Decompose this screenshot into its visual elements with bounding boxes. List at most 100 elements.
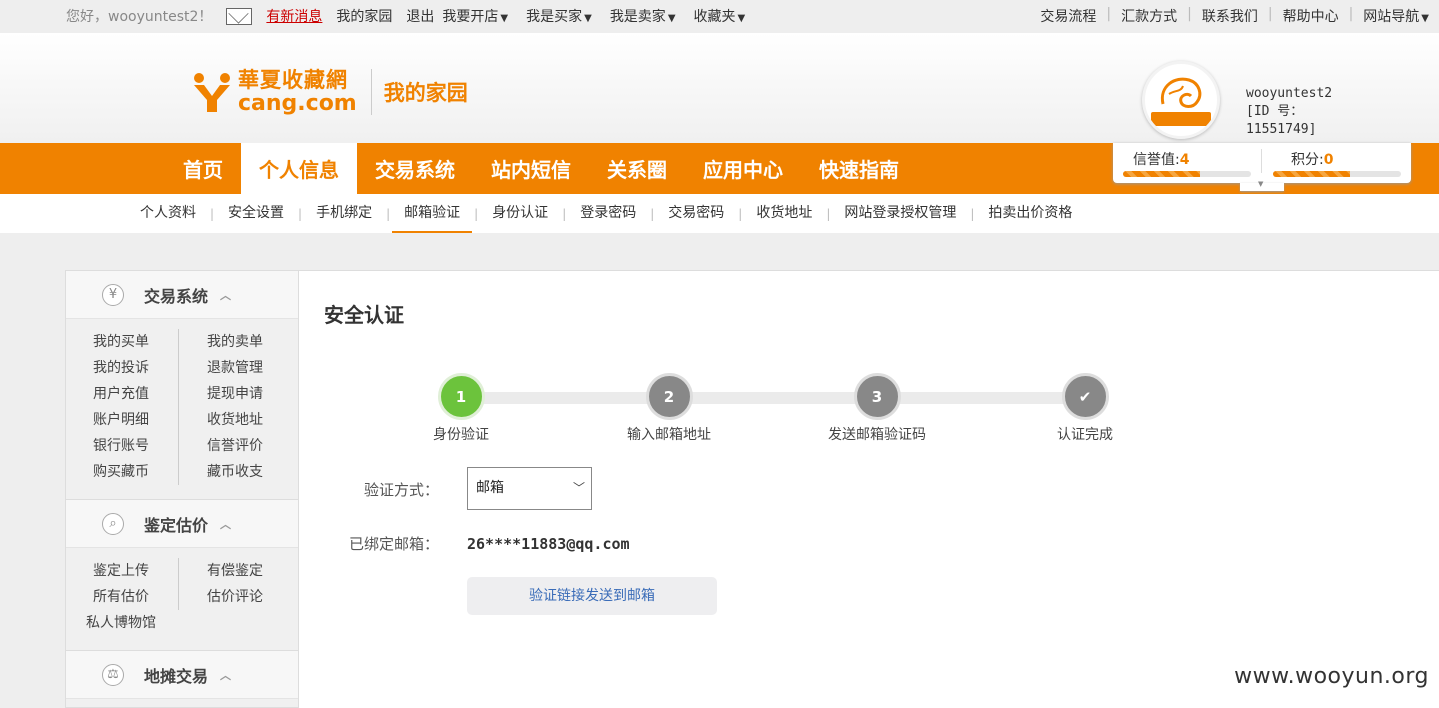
chevron-down-icon: ▼ [737, 13, 746, 24]
sidebar-link[interactable]: 估价评论 [178, 584, 290, 610]
bound-email: 26****11883@qq.com [467, 535, 630, 553]
top-bar-right: 交易流程 | 汇款方式 | 联系我们 | 帮助中心 | 网站导航 ▼ [1040, 6, 1429, 26]
seller-menu[interactable]: 我是卖家 ▼ [610, 6, 676, 26]
nav-messages[interactable]: 站内短信 [473, 143, 589, 194]
sidebar-link[interactable]: 购买藏币 [66, 459, 178, 485]
subnav-item[interactable]: 网站登录授权管理 [832, 194, 968, 233]
user-id: [ID 号：11551749] [1246, 104, 1317, 137]
sidebar-link[interactable]: 我的卖单 [178, 329, 290, 355]
sidebar-link[interactable]: 有偿鉴定 [178, 558, 290, 584]
nav-personal-info[interactable]: 个人信息 [241, 143, 357, 194]
sidebar-section-title: 地摊交易 [144, 666, 209, 686]
sidebar-section-header[interactable]: ¥ 交易系统 ︿ [66, 271, 298, 319]
help-link[interactable]: 帮助中心 [1283, 6, 1339, 26]
subnav-item[interactable]: 交易密码 [656, 194, 736, 233]
nav-home[interactable]: 首页 [165, 143, 241, 194]
logo-english-text: cang.com [238, 90, 357, 116]
points-bar [1273, 171, 1401, 177]
chevron-down-icon: ﹀ [572, 481, 585, 495]
chevron-down-icon: ▼ [667, 13, 676, 24]
nav-trade-system[interactable]: 交易系统 [357, 143, 473, 194]
sidebar-link[interactable]: 收货地址 [178, 407, 290, 433]
subnav-item[interactable]: 邮箱验证 [392, 194, 473, 233]
sidebar-link[interactable]: 所有估价 [66, 584, 178, 610]
mail-icon[interactable] [226, 7, 253, 25]
avatar[interactable] [1142, 61, 1220, 139]
sidebar-link[interactable]: 用户充值 [66, 381, 178, 407]
buyer-menu-label: 我是买家 [526, 9, 583, 25]
logout-link[interactable]: 退出 [406, 6, 434, 26]
sidebar-link[interactable]: 鉴定上传 [66, 558, 178, 584]
favorites-menu[interactable]: 收藏夹 ▼ [694, 6, 746, 26]
logo-chinese-text: 華夏收藏網 [238, 67, 348, 92]
method-select[interactable]: 邮箱 ﹀ [467, 467, 592, 510]
subnav-item[interactable]: 登录密码 [568, 194, 648, 233]
sidebar-section-header[interactable]: ⌕ 鉴定估价 ︿ [66, 500, 298, 548]
credit-panel: 信誉值:4 积分:0 [1113, 143, 1411, 183]
step-label: 输入邮箱地址 [627, 427, 711, 443]
nav-apps[interactable]: 应用中心 [685, 143, 801, 194]
divider: | [474, 206, 479, 221]
step-label: 发送邮箱验证码 [828, 427, 926, 443]
check-icon: ✔ [1061, 373, 1109, 420]
sidebar-link[interactable]: 退款管理 [178, 355, 290, 381]
sidebar-link[interactable]: 提现申请 [178, 381, 290, 407]
subnav-item[interactable]: 安全设置 [216, 194, 296, 233]
method-label: 验证方式： [363, 481, 439, 499]
credit-toggle[interactable] [1240, 180, 1284, 191]
sidebar-section-header[interactable]: ⚖ 地摊交易 ︿ [66, 651, 298, 699]
site-logo[interactable]: 華夏收藏網 cang.com 我的家园 [190, 69, 468, 115]
my-home-link[interactable]: 我的家园 [336, 6, 392, 26]
watermark: www.wooyun.org [1234, 664, 1429, 689]
greeting-text: 您好，wooyuntest2！ [66, 9, 213, 25]
subnav-item[interactable]: 收货地址 [744, 194, 824, 233]
subnav-item[interactable]: 手机绑定 [304, 194, 384, 233]
sidebar-link[interactable]: 账户明细 [66, 407, 178, 433]
subnav-item[interactable]: 拍卖出价资格 [976, 194, 1084, 233]
main-panel: 安全认证 1 身份验证 2 输入邮箱地址 3 发送邮箱验证码 ✔ 认证完成 验证方式： 邮箱 … [299, 270, 1439, 708]
step-number: 1 [437, 373, 485, 420]
new-message-link[interactable]: 有新消息 [266, 6, 322, 26]
site-nav-menu-label: 网站导航 [1363, 9, 1420, 25]
yen-icon: ¥ [102, 283, 124, 306]
sidebar: ¥ 交易系统 ︿ 我的买单 我的卖单 我的投诉 退款管理 用户充值 提现申请 账户明细 收货地址 银行… [65, 270, 299, 708]
sub-nav: 个人资料 | 安全设置 | 手机绑定 | 邮箱验证 | 身份认证 | 登录密码 | 交易密码 | 收货地址 |… [0, 194, 1439, 233]
sidebar-section: ⚖ 地摊交易 ︿ [66, 650, 298, 699]
divider: | [1267, 6, 1273, 22]
buyer-menu[interactable]: 我是买家 ▼ [526, 6, 592, 26]
chevron-down-icon: ▼ [584, 13, 592, 24]
chevron-up-icon[interactable]: ︿ [220, 516, 231, 532]
username: wooyuntest2 [1246, 86, 1333, 101]
send-verification-button[interactable]: 验证链接发送到邮箱 [467, 577, 717, 615]
method-select-value: 邮箱 [476, 480, 504, 496]
sidebar-link[interactable]: 我的投诉 [66, 355, 178, 381]
open-shop-menu-label: 我要开店 [442, 9, 499, 25]
chevron-up-icon[interactable]: ︿ [220, 667, 231, 683]
step-3: 3 发送邮箱验证码 [817, 373, 937, 444]
subnav-item[interactable]: 个人资料 [128, 194, 208, 233]
open-shop-menu[interactable]: 我要开店 ▼ [442, 6, 508, 26]
divider: | [1187, 6, 1192, 22]
reputation-bar [1123, 171, 1251, 177]
chevron-down-icon: ▼ [500, 13, 509, 24]
subnav-item[interactable]: 身份认证 [480, 194, 560, 233]
contact-link[interactable]: 联系我们 [1202, 6, 1258, 26]
sidebar-section-title: 鉴定估价 [144, 515, 209, 535]
reputation-value: 4 [1179, 152, 1190, 168]
divider: | [1106, 6, 1112, 22]
sidebar-link[interactable]: 我的买单 [66, 329, 178, 355]
chevron-up-icon[interactable]: ︿ [220, 287, 231, 303]
sidebar-link[interactable]: 私人博物馆 [66, 610, 298, 636]
nav-relations[interactable]: 关系圈 [589, 143, 685, 194]
nav-quick-guide[interactable]: 快速指南 [801, 143, 917, 194]
sidebar-section: ¥ 交易系统 ︿ 我的买单 我的卖单 我的投诉 退款管理 用户充值 提现申请 账户明细 收货地址 银行… [66, 271, 298, 499]
remittance-link[interactable]: 汇款方式 [1121, 6, 1177, 26]
sidebar-link[interactable]: 信誉评价 [178, 433, 290, 459]
logo-person-icon [190, 70, 234, 114]
divider: | [970, 206, 975, 221]
sidebar-link[interactable]: 藏币收支 [178, 459, 290, 485]
sidebar-link[interactable]: 银行账号 [66, 433, 178, 459]
site-nav-menu[interactable]: 网站导航 ▼ [1363, 6, 1429, 26]
points: 积分:0 [1291, 152, 1334, 168]
trade-process-link[interactable]: 交易流程 [1040, 6, 1096, 26]
